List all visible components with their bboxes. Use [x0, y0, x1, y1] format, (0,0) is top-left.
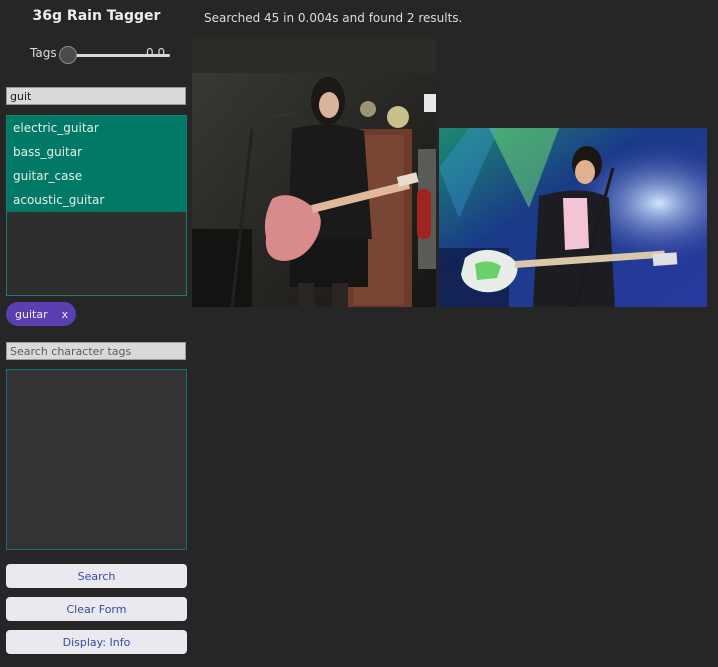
display-mode-button[interactable]: Display: Info [6, 630, 187, 654]
character-tag-list [6, 369, 187, 550]
slider-label: Tags [30, 46, 57, 60]
tags-slider-row: Tags 0.0 [30, 44, 190, 64]
app-title: 36g Rain Tagger [32, 8, 161, 24]
search-button[interactable]: Search [6, 564, 187, 588]
sidebar: 36g Rain Tagger Tags 0.0 electric_guitar… [0, 0, 193, 667]
tag-search-input[interactable] [6, 87, 186, 105]
remove-tag-button[interactable]: x [62, 308, 69, 321]
suggestion-item-acoustic-guitar[interactable]: acoustic_guitar [7, 188, 186, 212]
results-status: Searched 45 in 0.004s and found 2 result… [204, 11, 463, 25]
character-search-input[interactable] [6, 342, 186, 360]
result-photo-1 [192, 39, 436, 307]
selected-tag-chip[interactable]: guitar x [6, 302, 77, 326]
app-window: 36g Rain Tagger Tags 0.0 electric_guitar… [0, 0, 718, 667]
tag-suggestion-list: electric_guitar bass_guitar guitar_case … [6, 115, 187, 296]
clear-form-button[interactable]: Clear Form [6, 597, 187, 621]
slider-value: 0.0 [146, 46, 166, 60]
result-image-1[interactable] [192, 39, 436, 307]
suggestion-item-guitar-case[interactable]: guitar_case [7, 164, 186, 188]
chip-label: guitar [15, 307, 48, 321]
suggestion-item-electric-guitar[interactable]: electric_guitar [7, 116, 186, 140]
tags-slider-handle[interactable] [59, 46, 77, 64]
result-photo-2 [439, 128, 707, 307]
suggestion-item-bass-guitar[interactable]: bass_guitar [7, 140, 186, 164]
result-image-2[interactable] [439, 128, 707, 307]
